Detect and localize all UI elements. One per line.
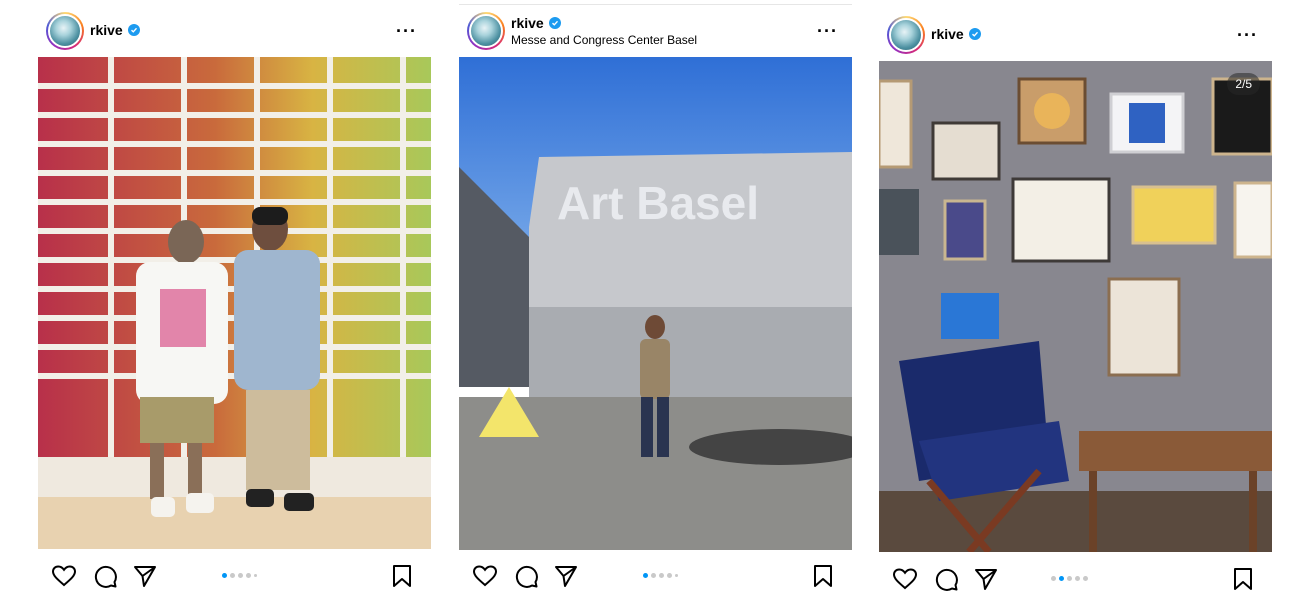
- send-icon[interactable]: [553, 563, 579, 589]
- post-1: rkive ···: [38, 10, 431, 594]
- send-icon[interactable]: [132, 563, 158, 589]
- location-label[interactable]: Messe and Congress Center Basel: [511, 33, 697, 47]
- bookmark-icon[interactable]: [1230, 566, 1256, 592]
- carousel-indicator: [222, 573, 257, 578]
- carousel-dot: [254, 574, 257, 577]
- carousel-dot: [1051, 576, 1056, 581]
- carousel-dot: [246, 573, 251, 578]
- heart-icon[interactable]: [892, 566, 918, 592]
- carousel-dot: [1067, 576, 1072, 581]
- carousel-dot: [675, 574, 678, 577]
- comment-icon[interactable]: [933, 566, 959, 592]
- carousel-dot: [1059, 576, 1064, 581]
- post-actions: [459, 557, 852, 594]
- carousel-dot: [222, 573, 227, 578]
- carousel-dot: [238, 573, 243, 578]
- post-actions: [879, 560, 1272, 594]
- avatar[interactable]: [46, 12, 84, 50]
- username[interactable]: rkive: [931, 26, 964, 42]
- more-options-icon[interactable]: ···: [1237, 26, 1258, 44]
- post-photo[interactable]: Art Basel: [459, 57, 852, 550]
- post-header: rkive ···: [879, 14, 1272, 64]
- bookmark-icon[interactable]: [810, 563, 836, 589]
- verified-badge-icon: [127, 24, 140, 36]
- verified-badge-icon: [968, 28, 981, 40]
- art-basel-sign: Art Basel: [557, 177, 759, 229]
- carousel-dot: [1083, 576, 1088, 581]
- carousel-indicator: [643, 573, 678, 578]
- post-header: rkive Messe and Congress Center Basel ··…: [459, 4, 852, 54]
- username[interactable]: rkive: [90, 22, 123, 38]
- post-photo[interactable]: [38, 57, 431, 549]
- carousel-dot: [667, 573, 672, 578]
- verified-badge-icon: [548, 17, 561, 29]
- post-header: rkive ···: [38, 10, 431, 60]
- avatar[interactable]: [887, 16, 925, 54]
- carousel-indicator: [1051, 576, 1088, 581]
- avatar[interactable]: [467, 12, 505, 50]
- slide-counter: 2/5: [1227, 73, 1260, 95]
- carousel-dot: [1075, 576, 1080, 581]
- more-options-icon[interactable]: ···: [396, 22, 417, 40]
- bookmark-icon[interactable]: [389, 563, 415, 589]
- post-3: rkive ··· 2/5: [879, 14, 1272, 594]
- send-icon[interactable]: [973, 566, 999, 592]
- more-options-icon[interactable]: ···: [817, 22, 838, 40]
- carousel-dot: [230, 573, 235, 578]
- post-2: rkive Messe and Congress Center Basel ··…: [459, 4, 852, 594]
- post-photo[interactable]: 2/5: [879, 61, 1272, 552]
- post-actions: [38, 557, 431, 594]
- carousel-dot: [659, 573, 664, 578]
- comment-icon[interactable]: [92, 563, 118, 589]
- carousel-dot: [651, 573, 656, 578]
- username[interactable]: rkive: [511, 15, 544, 31]
- heart-icon[interactable]: [51, 563, 77, 589]
- carousel-dot: [643, 573, 648, 578]
- heart-icon[interactable]: [472, 563, 498, 589]
- comment-icon[interactable]: [513, 563, 539, 589]
